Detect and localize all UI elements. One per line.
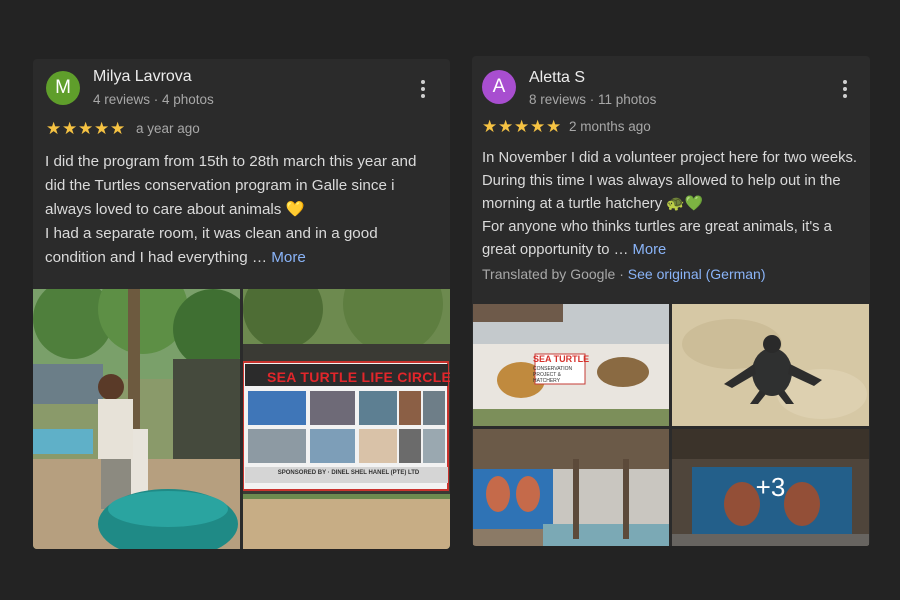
yellow-heart-emoji: 💛: [285, 201, 305, 218]
star-icon: ★: [94, 119, 110, 138]
review-photo[interactable]: SEA TURTLE CONSERVATION PROJECT & HATCHE…: [473, 304, 669, 426]
sign-title: SEA TURTLE LIFE CIRCLE: [267, 369, 450, 385]
review-photo[interactable]: [33, 289, 240, 549]
star-icon: ★: [62, 119, 78, 138]
review-photo[interactable]: [473, 429, 669, 546]
star-icon: ★: [78, 119, 94, 138]
review-photo[interactable]: SEA TURTLE LIFE CIRCLE SPONSORED BY · DI…: [243, 289, 450, 549]
star-icon: ★: [498, 117, 514, 136]
review-photo[interactable]: [672, 304, 869, 426]
star-rating: ★ ★ ★ ★ ★: [482, 118, 562, 135]
star-icon: ★: [514, 117, 530, 136]
sign-sponsor: SPONSORED BY · DINEL SHEL HANEL (PTE) LT…: [277, 470, 420, 476]
more-photos-count[interactable]: +3: [672, 429, 869, 546]
wall-subtitle: CONSERVATION PROJECT & HATCHERY: [533, 366, 573, 384]
star-rating: ★ ★ ★ ★ ★: [46, 120, 126, 137]
reviewer-name[interactable]: Milya Lavrova: [93, 68, 192, 86]
more-link[interactable]: More: [271, 249, 306, 266]
star-icon: ★: [482, 117, 498, 136]
review-text: I did the program from 15th to 28th marc…: [45, 153, 417, 266]
star-icon: ★: [530, 117, 546, 136]
more-options-icon[interactable]: [838, 78, 852, 100]
turtle-heart-emoji: 🐢💚: [666, 196, 704, 212]
star-icon: ★: [46, 119, 62, 138]
reviewer-name[interactable]: Aletta S: [529, 69, 585, 87]
review-text: In November I did a volunteer project he…: [482, 150, 858, 258]
reviewer-meta: 4 reviews · 4 photos: [93, 92, 214, 107]
see-original-link[interactable]: See original (German): [628, 266, 766, 282]
more-link[interactable]: More: [633, 242, 667, 258]
star-icon: ★: [110, 119, 126, 138]
translation-note: Translated by Google · See original (Ger…: [482, 266, 766, 282]
star-icon: ★: [546, 117, 562, 136]
review-photo[interactable]: +3: [672, 429, 869, 546]
avatar[interactable]: A: [482, 70, 516, 104]
review-card: A Aletta S 8 reviews · 11 photos ★ ★ ★ ★…: [472, 56, 870, 546]
review-card: M Milya Lavrova 4 reviews · 4 photos ★ ★…: [33, 59, 450, 549]
avatar[interactable]: M: [46, 71, 80, 105]
more-options-icon[interactable]: [416, 78, 430, 100]
review-date: 2 months ago: [569, 119, 651, 134]
reviewer-meta: 8 reviews · 11 photos: [529, 92, 657, 107]
wall-title: SEA TURTLE: [533, 354, 590, 364]
review-date: a year ago: [136, 121, 200, 136]
